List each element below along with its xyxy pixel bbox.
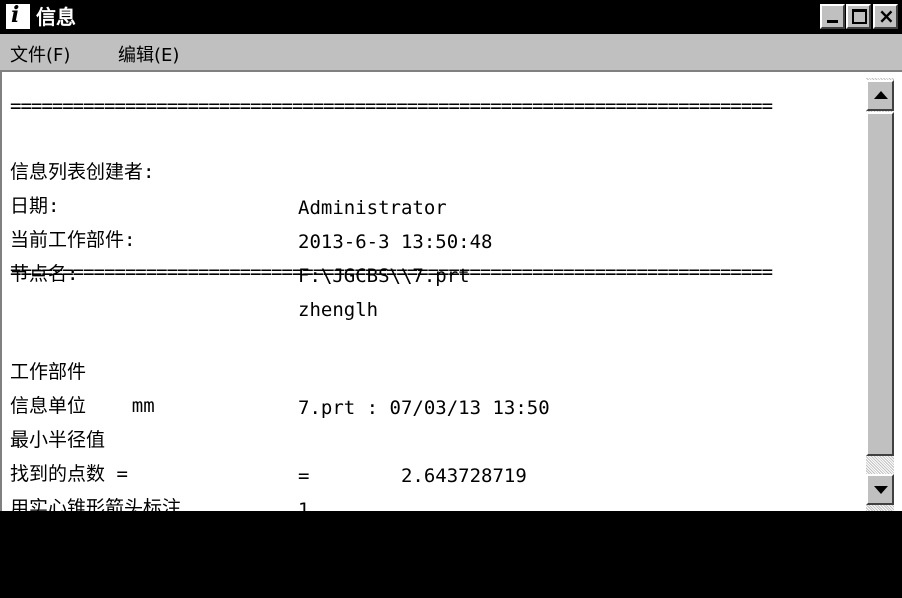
maximize-button[interactable] xyxy=(846,4,871,29)
row-value: 7.prt : 07/03/13 13:50 xyxy=(298,397,550,419)
menu-file[interactable]: 文件(F) xyxy=(10,41,70,67)
minimize-button[interactable] xyxy=(820,4,845,29)
vertical-scrollbar[interactable] xyxy=(866,78,894,511)
title-bar[interactable]: i 信息 × xyxy=(0,0,902,34)
info-row: 工作部件 7.prt : 07/03/13 13:50 xyxy=(10,318,550,419)
info-row: 节点名: zhenglh xyxy=(10,220,378,321)
info-row: 最小半径值 = 2.643728719 xyxy=(10,386,527,487)
scrollbar-thumb[interactable] xyxy=(866,112,894,456)
info-text-area[interactable]: ========================================… xyxy=(0,70,902,521)
row-value: Administrator xyxy=(298,197,447,219)
info-row: 找到的点数 = 1 xyxy=(10,420,309,521)
window-title: 信息 xyxy=(36,5,76,29)
scroll-up-button[interactable] xyxy=(866,80,894,111)
info-row: 用实心锥形箭头标注 xyxy=(10,454,181,519)
arrow-down-icon xyxy=(874,486,888,494)
menu-bar: 文件(F) 编辑(E) xyxy=(0,34,902,68)
arrow-up-icon xyxy=(874,91,888,99)
info-row: 信息单位 mm xyxy=(10,352,155,417)
close-icon: × xyxy=(878,4,895,28)
separator-text: ========================================… xyxy=(10,261,773,283)
close-button[interactable]: × xyxy=(873,4,898,29)
info-row: 日期: 2013-6-3 13:50:48 xyxy=(10,152,492,253)
info-row: 信息列表创建者: Administrator xyxy=(10,118,447,219)
row-value: zhenglh xyxy=(298,299,379,321)
scroll-down-button[interactable] xyxy=(866,474,894,505)
separator-text: ========================================… xyxy=(10,95,773,117)
row-value: = 2.643728719 xyxy=(298,465,527,487)
info-window: i 信息 × 文件(F) 编辑(E) =====================… xyxy=(0,0,902,521)
menu-edit[interactable]: 编辑(E) xyxy=(118,41,179,67)
info-row: 当前工作部件: F:\JGCBS\\7.prt xyxy=(10,186,470,287)
row-label: 用实心锥形箭头标注 xyxy=(10,497,182,519)
info-icon: i xyxy=(6,2,30,29)
row-value: 1 xyxy=(298,499,310,521)
